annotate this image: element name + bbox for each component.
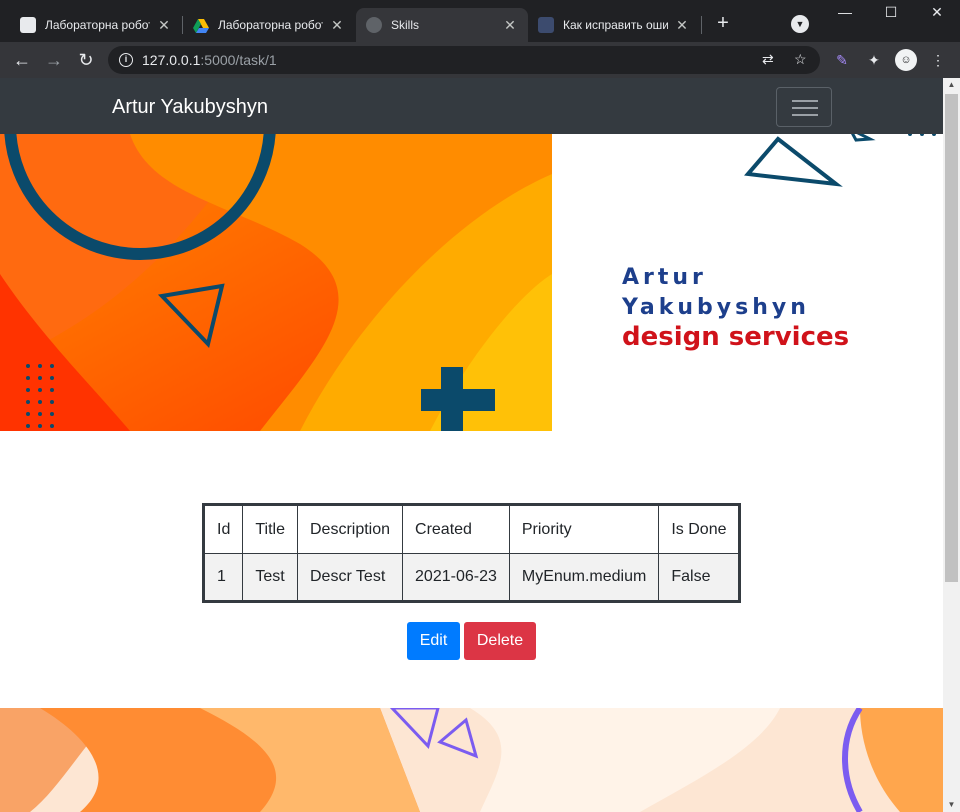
back-icon[interactable]: ← xyxy=(10,48,34,72)
edit-button[interactable]: Edit xyxy=(407,622,460,660)
cell-priority: MyEnum.medium xyxy=(508,553,660,602)
logo-line-1: Artur xyxy=(622,265,707,290)
feather-extension-icon[interactable]: ✎ xyxy=(832,50,852,70)
table-header-row: Id Title Description Created Priority Is… xyxy=(202,504,741,554)
close-window-icon[interactable]: ✕ xyxy=(914,4,960,21)
tab-title: Как исправить ошиб xyxy=(563,18,668,32)
tab-title: Skills xyxy=(391,18,420,32)
column-header-id: Id xyxy=(202,504,244,554)
google-drive-icon xyxy=(193,17,209,33)
logo-line-3: design services xyxy=(622,322,850,352)
page-scrollbar[interactable]: ▲ ▼ xyxy=(943,78,960,812)
footer-banner xyxy=(0,706,943,812)
hamburger-icon xyxy=(792,100,818,102)
page-viewport: Artur Yakubyshyn Artur Yakubyshyn design… xyxy=(0,78,943,812)
hero-banner: Artur Yakubyshyn design services xyxy=(0,134,943,431)
new-tab-button[interactable]: + xyxy=(712,12,734,35)
close-icon[interactable]: ✕ xyxy=(674,17,690,34)
tab-title: Лабораторна робот xyxy=(218,18,323,32)
browser-tab-3[interactable]: Skills ✕ xyxy=(356,8,528,42)
task-table: Id Title Description Created Priority Is… xyxy=(202,503,742,603)
table-row: 1 Test Descr Test 2021-06-23 MyEnum.medi… xyxy=(202,553,741,602)
browser-tab-strip: Лабораторна робот ✕ Лабораторна робот ✕ … xyxy=(0,0,960,42)
browser-toolbar: ← → ↻ i 127.0.0.1:5000/task/1 ⇄ ☆ ✎ ✦ ☺ … xyxy=(0,42,960,78)
site-info-icon[interactable]: i xyxy=(119,53,133,67)
bookmark-star-icon[interactable]: ☆ xyxy=(794,51,807,68)
cell-title: Test xyxy=(242,553,298,602)
hamburger-icon-bar xyxy=(792,107,818,109)
hamburger-icon-bar xyxy=(792,114,818,116)
column-header-created: Created xyxy=(402,504,510,554)
cell-is-done: False xyxy=(658,553,741,602)
close-icon[interactable]: ✕ xyxy=(329,17,345,34)
browser-tab-1[interactable]: Лабораторна робот ✕ xyxy=(10,8,182,42)
tab-search-icon[interactable]: ▼ xyxy=(791,15,809,33)
column-header-priority: Priority xyxy=(508,504,660,554)
delete-button[interactable]: Delete xyxy=(464,622,536,660)
scrollbar-thumb[interactable] xyxy=(945,94,958,582)
scroll-down-icon[interactable]: ▼ xyxy=(943,798,960,812)
design-services-logo: Artur Yakubyshyn design services xyxy=(622,263,849,351)
site-navbar: Artur Yakubyshyn xyxy=(0,78,943,134)
tab-title: Лабораторна робот xyxy=(45,18,150,32)
browser-tab-2[interactable]: Лабораторна робот ✕ xyxy=(183,8,355,42)
column-header-description: Description xyxy=(296,504,404,554)
address-bar[interactable]: i 127.0.0.1:5000/task/1 ⇄ ☆ xyxy=(108,46,820,74)
maximize-icon[interactable]: ☐ xyxy=(868,4,914,21)
browser-tab-4[interactable]: Как исправить ошиб ✕ xyxy=(528,8,700,42)
cell-description: Descr Test xyxy=(296,553,404,602)
scroll-up-icon[interactable]: ▲ xyxy=(943,78,960,92)
logo-line-2: Yakubyshyn xyxy=(622,295,810,320)
column-header-is-done: Is Done xyxy=(658,504,741,554)
url-text: 127.0.0.1:5000/task/1 xyxy=(142,52,277,68)
cell-id: 1 xyxy=(202,553,244,602)
close-icon[interactable]: ✕ xyxy=(502,17,518,34)
menu-kebab-icon[interactable]: ⋮ xyxy=(928,50,948,70)
stackoverflow-icon xyxy=(538,17,554,33)
forward-icon[interactable]: → xyxy=(42,48,66,72)
extensions-puzzle-icon[interactable]: ✦ xyxy=(864,50,884,70)
column-header-title: Title xyxy=(242,504,298,554)
reload-icon[interactable]: ↻ xyxy=(74,48,98,72)
minimize-icon[interactable]: — xyxy=(822,4,868,20)
globe-icon xyxy=(366,17,382,33)
cell-created: 2021-06-23 xyxy=(402,553,510,602)
profile-avatar[interactable]: ☺ xyxy=(895,49,917,71)
navbar-toggler-button[interactable] xyxy=(776,87,832,127)
tab-separator xyxy=(701,16,702,34)
close-icon[interactable]: ✕ xyxy=(156,17,172,34)
document-icon xyxy=(20,17,36,33)
footer-illustration xyxy=(0,706,943,812)
site-brand[interactable]: Artur Yakubyshyn xyxy=(112,96,268,119)
translate-icon[interactable]: ⇄ xyxy=(762,51,774,68)
